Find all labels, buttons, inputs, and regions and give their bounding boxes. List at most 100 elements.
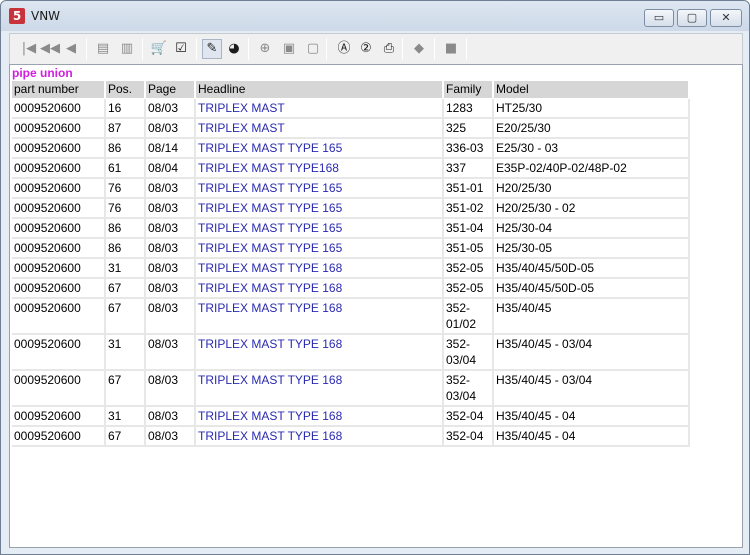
table-row[interactable]: 0009520600 76 08/03 TRIPLEX MAST TYPE 165 35…: [12, 197, 690, 219]
cell-headline[interactable]: TRIPLEX MAST TYPE168: [195, 157, 444, 179]
checklist-icon[interactable]: ☑: [172, 40, 190, 58]
cell-part-number: 0009520600: [12, 217, 106, 239]
stop-icon[interactable]: ■: [442, 40, 460, 58]
column-header-family[interactable]: Family: [443, 81, 494, 99]
cell-model: H35/40/45 - 03/04: [493, 333, 690, 371]
previous-icon[interactable]: ◀: [62, 40, 80, 58]
toolbar-separator: [402, 38, 403, 60]
table-row[interactable]: 0009520600 31 08/03 TRIPLEX MAST TYPE 168 35…: [12, 405, 690, 427]
table-row[interactable]: 0009520600 31 08/03 TRIPLEX MAST TYPE 168 35…: [12, 257, 690, 279]
toolbar-separator: [466, 38, 467, 60]
column-header-page[interactable]: Page: [145, 81, 196, 99]
cell-pos: 31: [105, 333, 146, 371]
cell-page: 08/03: [145, 237, 196, 259]
page-icon[interactable]: ▣: [280, 40, 298, 58]
column-header-part-number[interactable]: part number: [12, 81, 106, 99]
cell-family: 352-01/02: [443, 297, 494, 335]
cell-page: 08/03: [145, 197, 196, 219]
print-icon[interactable]: ⎙: [380, 40, 398, 58]
cell-family: 351-01: [443, 177, 494, 199]
pencil-icon[interactable]: ✎: [202, 39, 222, 59]
cell-pos: 67: [105, 369, 146, 407]
cell-family: 1283: [443, 98, 494, 119]
document-back-icon[interactable]: ▤: [94, 40, 112, 58]
cell-page: 08/03: [145, 425, 196, 447]
cell-headline[interactable]: TRIPLEX MAST: [195, 117, 444, 139]
globe-icon[interactable]: ◕: [225, 40, 243, 58]
search-a-icon[interactable]: Ⓐ: [335, 40, 353, 58]
close-button[interactable]: ✕: [710, 9, 742, 27]
cell-model: H35/40/45/50D-05: [493, 277, 690, 299]
cell-headline[interactable]: TRIPLEX MAST: [195, 98, 444, 119]
cell-headline[interactable]: TRIPLEX MAST TYPE 168: [195, 405, 444, 427]
cell-part-number: 0009520600: [12, 257, 106, 279]
search-2-icon[interactable]: ②: [357, 40, 375, 58]
column-header-model[interactable]: Model: [493, 81, 690, 99]
cell-family: 351-05: [443, 237, 494, 259]
cell-page: 08/03: [145, 405, 196, 427]
previous-fast-icon[interactable]: ◀◀: [40, 40, 60, 58]
toolbar-separator: [196, 38, 197, 60]
table-row[interactable]: 0009520600 67 08/03 TRIPLEX MAST TYPE 168 35…: [12, 277, 690, 299]
toolbar-separator: [326, 38, 327, 60]
cell-family: 336-03: [443, 137, 494, 159]
cell-family: 351-04: [443, 217, 494, 239]
page-fit-icon[interactable]: ▢: [304, 40, 322, 58]
cart-icon[interactable]: 🛒: [150, 40, 168, 58]
cell-model: H35/40/45 - 03/04: [493, 369, 690, 407]
cell-model: HT25/30: [493, 98, 690, 119]
cell-headline[interactable]: TRIPLEX MAST TYPE 168: [195, 257, 444, 279]
cell-page: 08/14: [145, 137, 196, 159]
cell-family: 352-04: [443, 405, 494, 427]
cell-family: 352-05: [443, 277, 494, 299]
minimize-button[interactable]: ▭: [644, 9, 674, 27]
cell-pos: 86: [105, 237, 146, 259]
cell-headline[interactable]: TRIPLEX MAST TYPE 165: [195, 177, 444, 199]
cell-headline[interactable]: TRIPLEX MAST TYPE 168: [195, 425, 444, 447]
zoom-icon[interactable]: ⊕: [256, 40, 274, 58]
table-row[interactable]: 0009520600 61 08/04 TRIPLEX MAST TYPE168 337…: [12, 157, 690, 179]
cell-headline[interactable]: TRIPLEX MAST TYPE 168: [195, 297, 444, 335]
cell-headline[interactable]: TRIPLEX MAST TYPE 168: [195, 333, 444, 371]
table-row[interactable]: 0009520600 86 08/03 TRIPLEX MAST TYPE 165 35…: [12, 217, 690, 239]
column-header-pos[interactable]: Pos.: [105, 81, 146, 99]
maximize-button[interactable]: ▢: [677, 9, 707, 27]
cell-headline[interactable]: TRIPLEX MAST TYPE 165: [195, 197, 444, 219]
cell-pos: 67: [105, 425, 146, 447]
table-header-row: part number Pos. Page Headline Family Mo…: [12, 81, 690, 99]
title-bar[interactable]: 5 VNW ▭ ▢ ✕: [1, 1, 749, 31]
toolbar: |◀ ◀◀ ◀ ▤ ▥ 🛒 ☑ ✎ ◕ ⊕ ▣ ▢ Ⓐ ② ⎙ ◆ ■: [9, 33, 743, 64]
first-icon[interactable]: |◀: [20, 40, 38, 58]
cell-part-number: 0009520600: [12, 297, 106, 335]
cell-family: 351-02: [443, 197, 494, 219]
toolbar-separator: [248, 38, 249, 60]
toolbar-separator: [86, 38, 87, 60]
column-header-headline[interactable]: Headline: [195, 81, 444, 99]
cell-headline[interactable]: TRIPLEX MAST TYPE 165: [195, 137, 444, 159]
cell-headline[interactable]: TRIPLEX MAST TYPE 168: [195, 369, 444, 407]
table-row[interactable]: 0009520600 16 08/03 TRIPLEX MAST 1283 HT25/30: [12, 98, 690, 119]
table-row[interactable]: 0009520600 86 08/03 TRIPLEX MAST TYPE 165 35…: [12, 237, 690, 259]
cell-part-number: 0009520600: [12, 197, 106, 219]
cell-headline[interactable]: TRIPLEX MAST TYPE 165: [195, 237, 444, 259]
app-logo-icon[interactable]: 5: [9, 8, 25, 24]
cell-model: H20/25/30 - 02: [493, 197, 690, 219]
cell-page: 08/03: [145, 177, 196, 199]
document-forward-icon[interactable]: ▥: [118, 40, 136, 58]
cell-family: 352-03/04: [443, 333, 494, 371]
cell-pos: 86: [105, 137, 146, 159]
table-row[interactable]: 0009520600 76 08/03 TRIPLEX MAST TYPE 165 35…: [12, 177, 690, 199]
results-panel: pipe union part number Pos. Page Headlin…: [9, 64, 743, 548]
table-row[interactable]: 0009520600 86 08/14 TRIPLEX MAST TYPE 165 33…: [12, 137, 690, 159]
cell-headline[interactable]: TRIPLEX MAST TYPE 168: [195, 277, 444, 299]
cell-headline[interactable]: TRIPLEX MAST TYPE 165: [195, 217, 444, 239]
table-row[interactable]: 0009520600 67 08/03 TRIPLEX MAST TYPE 168 35…: [12, 369, 690, 407]
table-row[interactable]: 0009520600 87 08/03 TRIPLEX MAST 325 E20/25/3…: [12, 117, 690, 139]
cell-pos: 67: [105, 277, 146, 299]
cell-page: 08/03: [145, 333, 196, 371]
table-row[interactable]: 0009520600 31 08/03 TRIPLEX MAST TYPE 168 35…: [12, 333, 690, 371]
table-row[interactable]: 0009520600 67 08/03 TRIPLEX MAST TYPE 168 35…: [12, 297, 690, 335]
table-row[interactable]: 0009520600 67 08/03 TRIPLEX MAST TYPE 168 35…: [12, 425, 690, 447]
cell-model: H25/30-05: [493, 237, 690, 259]
eraser-icon[interactable]: ◆: [410, 40, 428, 58]
